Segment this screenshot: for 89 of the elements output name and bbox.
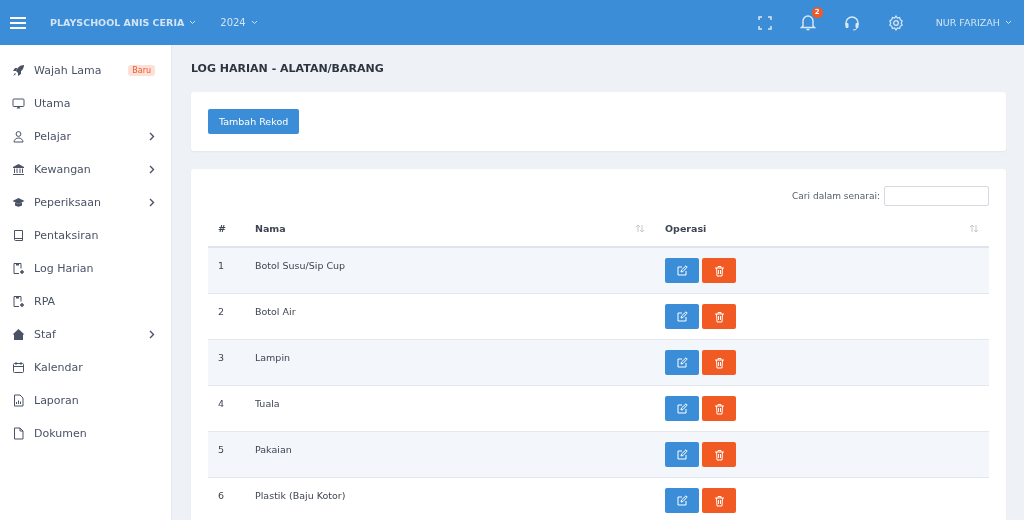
delete-button[interactable] [702, 350, 736, 375]
add-record-button[interactable]: Tambah Rekod [208, 109, 300, 134]
page-title: LOG HARIAN - ALATAN/BARANG [191, 62, 385, 77]
edit-icon [676, 310, 688, 323]
sidebar-item[interactable]: Pentaksiran [0, 219, 171, 252]
sidebar-item-label: Dokumen [34, 427, 88, 440]
edit-button[interactable] [665, 258, 699, 283]
trash-icon [713, 310, 725, 323]
user-icon [12, 130, 25, 143]
sidebar-item-label: Pelajar [34, 130, 73, 143]
sidebar-item[interactable]: Pelajar [0, 120, 171, 153]
trash-icon [713, 402, 725, 415]
house-icon [12, 328, 25, 341]
sidebar-item-label: Wajah Lama [34, 64, 103, 77]
monitor-icon [12, 97, 25, 110]
settings-icon[interactable] [887, 14, 904, 31]
sidebar-item-label: Log Harian [34, 262, 95, 275]
table-cell: 2 [208, 293, 245, 340]
sidebar-item-label: Pentaksiran [34, 229, 100, 242]
search-field[interactable] [884, 185, 989, 206]
sidebar-item[interactable]: RPA [0, 285, 171, 318]
caret-icon [1005, 20, 1012, 25]
edit-icon [676, 448, 688, 461]
edit-button[interactable] [665, 488, 699, 513]
trash-icon [713, 494, 725, 507]
clipboard-icon [12, 262, 25, 275]
sidebar-item[interactable]: Peperiksaan [0, 186, 171, 219]
sidebar-item-label: RPA [34, 295, 57, 308]
sort-icon [969, 223, 979, 233]
edit-button[interactable] [665, 442, 699, 467]
trash-icon [713, 264, 725, 277]
sidebar-item[interactable]: Log Harian [0, 252, 171, 285]
edit-button[interactable] [665, 350, 699, 375]
headset-icon[interactable] [843, 14, 860, 31]
delete-button[interactable] [702, 442, 736, 467]
sidebar-item-label: Laporan [34, 394, 80, 407]
table-cell: 5 [208, 431, 245, 478]
edit-icon [676, 494, 688, 507]
new-badge: Baru [128, 65, 155, 76]
edit-icon [676, 264, 688, 277]
fullscreen-icon[interactable] [757, 15, 772, 30]
book-icon [12, 229, 25, 242]
clipboard-icon [12, 295, 25, 308]
table-cell: 4 [208, 385, 245, 432]
table-cell: Botol Susu/Sip Cup [245, 247, 655, 294]
column-header-label: Nama [255, 222, 286, 234]
edit-button[interactable] [665, 396, 699, 421]
sidebar-item[interactable]: Wajah Lama Baru [0, 54, 171, 87]
delete-button[interactable] [702, 258, 736, 283]
table-cell: 6 [208, 477, 245, 520]
sidebar-item[interactable]: Kalendar [0, 351, 171, 384]
edit-icon [676, 402, 688, 415]
sidebar-item-label: Kewangan [34, 163, 92, 176]
rocket-icon [12, 64, 25, 77]
graduation-cap-icon [12, 196, 25, 209]
table-cell: Lampin [245, 339, 655, 386]
document-icon [12, 427, 25, 440]
edit-icon [676, 356, 688, 369]
table-cell: 1 [208, 247, 245, 294]
trash-icon [713, 356, 725, 369]
table-cell: Plastik (Baju Kotor) [245, 477, 655, 520]
trash-icon [713, 448, 725, 461]
search-label: Cari dalam senarai: [792, 190, 880, 201]
edit-button[interactable] [665, 304, 699, 329]
table-cell: Tuala [245, 385, 655, 432]
delete-button[interactable] [702, 304, 736, 329]
table-cell: Pakaian [245, 431, 655, 478]
sidebar-item[interactable]: Laporan [0, 384, 171, 417]
report-icon [12, 394, 25, 407]
sidebar-item-label: Peperiksaan [34, 196, 102, 209]
calendar-icon [12, 361, 25, 374]
delete-button[interactable] [702, 396, 736, 421]
sidebar-item[interactable]: Dokumen [0, 417, 171, 450]
table-cell: Botol Air [245, 293, 655, 340]
caret-icon [250, 20, 258, 25]
bank-icon [12, 163, 25, 176]
notification-bell-icon[interactable] [799, 14, 816, 31]
caret-icon [189, 20, 197, 25]
sidebar-item-label: Kalendar [34, 361, 84, 374]
menu-icon[interactable] [10, 16, 26, 29]
sidebar-item[interactable]: Staf [0, 318, 171, 351]
delete-button[interactable] [702, 488, 736, 513]
sidebar-item-label: Staf [34, 328, 57, 341]
column-header-label: Operasi [665, 222, 707, 234]
sidebar-item[interactable]: Kewangan [0, 153, 171, 186]
sort-icon [635, 223, 645, 233]
table-cell: 3 [208, 339, 245, 386]
sidebar-item[interactable]: Utama [0, 87, 171, 120]
sidebar-item-label: Utama [34, 97, 72, 110]
